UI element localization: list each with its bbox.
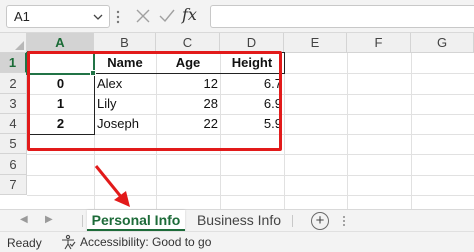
row-header-2[interactable]: 2 bbox=[0, 73, 27, 94]
column-header-g[interactable]: G bbox=[411, 33, 474, 53]
name-cell[interactable]: Joseph bbox=[94, 114, 156, 134]
height-cell[interactable]: 6.9 bbox=[220, 94, 284, 114]
sheet-tab-bar: ◀ ▶ Personal Info Business Info + bbox=[0, 209, 474, 232]
accessibility-status-text: Accessibility: Good to go bbox=[80, 235, 212, 249]
formula-bar: A1 fx bbox=[0, 0, 474, 33]
row-header-1[interactable]: 1 bbox=[0, 53, 27, 73]
accessibility-status[interactable]: Accessibility: Good to go bbox=[60, 234, 211, 250]
index-cell[interactable]: 2 bbox=[27, 114, 94, 134]
scroll-tabs-left-icon[interactable]: ◀ bbox=[20, 214, 28, 225]
column-header-d[interactable]: D bbox=[220, 33, 284, 53]
header-cell-height[interactable]: Height bbox=[220, 53, 284, 73]
gridline bbox=[284, 53, 285, 209]
tab-personal-info[interactable]: Personal Info bbox=[87, 210, 185, 232]
column-header-f[interactable]: F bbox=[347, 33, 411, 53]
fill-handle[interactable] bbox=[90, 70, 96, 76]
annotation-arrow-icon bbox=[94, 165, 130, 207]
formula-input[interactable] bbox=[210, 5, 474, 28]
name-cell[interactable]: Alex bbox=[94, 74, 156, 94]
tab-separator bbox=[82, 215, 83, 227]
column-header-b[interactable]: B bbox=[94, 33, 156, 53]
more-options-icon[interactable] bbox=[116, 9, 120, 25]
name-cell[interactable]: Lily bbox=[94, 94, 156, 114]
column-header-e[interactable]: E bbox=[284, 33, 347, 53]
column-header-a[interactable]: A bbox=[27, 33, 94, 53]
gridline bbox=[27, 134, 474, 135]
age-cell[interactable]: 22 bbox=[156, 114, 220, 134]
select-all-corner[interactable] bbox=[0, 33, 27, 53]
close-icon[interactable] bbox=[133, 6, 153, 26]
row-header-7[interactable]: 7 bbox=[0, 175, 27, 195]
age-cell[interactable]: 12 bbox=[156, 74, 220, 94]
status-ready-label: Ready bbox=[7, 236, 42, 250]
column-header-c[interactable]: C bbox=[156, 33, 220, 53]
name-box-value: A1 bbox=[14, 9, 30, 24]
select-all-triangle-icon bbox=[15, 41, 24, 50]
height-cell[interactable]: 6.7 bbox=[220, 74, 284, 94]
name-box[interactable]: A1 bbox=[6, 5, 110, 28]
header-cell-name[interactable]: Name bbox=[94, 53, 156, 73]
tab-business-info[interactable]: Business Info bbox=[190, 210, 288, 232]
index-cell[interactable]: 1 bbox=[27, 94, 94, 114]
gridline bbox=[347, 53, 348, 209]
row-header-3[interactable]: 3 bbox=[0, 94, 27, 114]
row-header-5[interactable]: 5 bbox=[0, 134, 27, 154]
row-header-6[interactable]: 6 bbox=[0, 154, 27, 175]
more-options-icon[interactable] bbox=[342, 215, 346, 227]
worksheet-grid[interactable]: A B C D E F G 1 2 3 4 5 6 7 Name Age Hei… bbox=[0, 33, 474, 209]
accessibility-icon bbox=[62, 234, 76, 250]
fx-icon[interactable]: fx bbox=[182, 5, 202, 25]
age-cell[interactable]: 28 bbox=[156, 94, 220, 114]
check-icon[interactable] bbox=[157, 6, 177, 26]
tab-separator bbox=[292, 215, 293, 227]
height-cell[interactable]: 5.9 bbox=[220, 114, 284, 134]
status-bar: Ready Accessibility: Good to go bbox=[0, 231, 474, 252]
add-sheet-button[interactable]: + bbox=[311, 212, 329, 230]
header-cell-age[interactable]: Age bbox=[156, 53, 220, 73]
gridline bbox=[27, 154, 474, 155]
selected-cell-a1[interactable] bbox=[26, 52, 95, 75]
chevron-down-icon[interactable] bbox=[93, 12, 103, 22]
row-header-4[interactable]: 4 bbox=[0, 114, 27, 134]
gridline bbox=[411, 53, 412, 209]
index-cell[interactable]: 0 bbox=[27, 74, 94, 94]
scroll-tabs-right-icon[interactable]: ▶ bbox=[45, 214, 53, 225]
